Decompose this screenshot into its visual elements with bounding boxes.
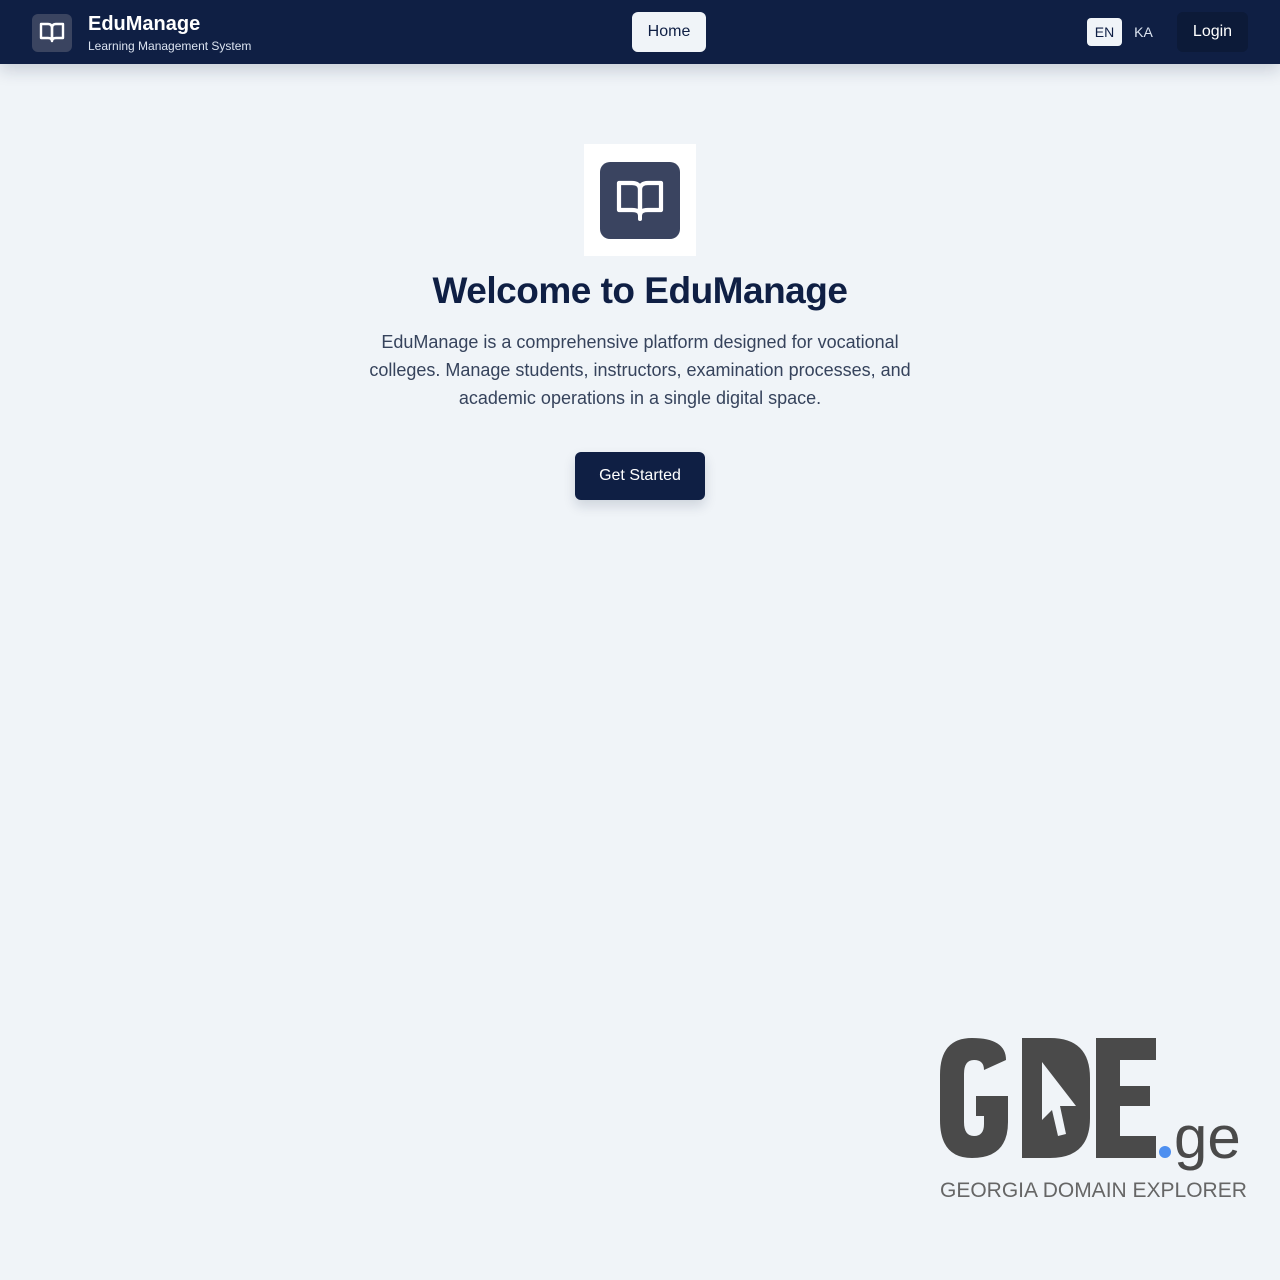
login-button[interactable]: Login [1177, 12, 1248, 52]
language-switcher: EN KA [1087, 18, 1161, 46]
hero-title: Welcome to EduManage [432, 270, 848, 311]
book-open-icon [32, 14, 72, 52]
nav-home-button[interactable]: Home [632, 12, 706, 52]
book-open-icon [600, 161, 680, 239]
brand-subtitle: Learning Management System [88, 39, 252, 53]
hero-description: EduManage is a comprehensive platform de… [369, 332, 911, 408]
top-navigation-bar: EduManage Learning Management System Hom… [0, 0, 1280, 64]
brand-name: EduManage [88, 13, 201, 35]
language-en-button[interactable]: EN [1087, 18, 1122, 46]
svg-text:ge: ge [1174, 1104, 1241, 1171]
gde-watermark-logo: ge GEORGIA DOMAIN EXPLORER [930, 1030, 1250, 1210]
language-ka-button[interactable]: KA [1126, 18, 1161, 46]
brand[interactable]: EduManage Learning Management System [32, 13, 251, 53]
watermark-caption: GEORGIA DOMAIN EXPLORER [940, 1179, 1247, 1202]
hero-logo-container [584, 144, 696, 256]
get-started-button[interactable]: Get Started [575, 452, 705, 500]
